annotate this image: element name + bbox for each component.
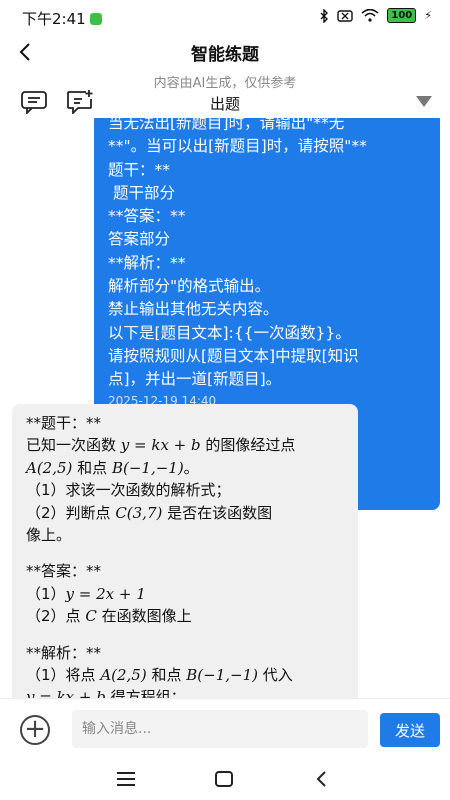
sim-off-icon xyxy=(337,9,354,22)
answer-line: （2）点 C 在函数图像上 xyxy=(26,607,192,626)
user-message-line: 解析部分"的格式输出。 xyxy=(108,277,271,296)
user-message-line: **"。当可以出[新题目]时，请按照"** xyxy=(108,137,367,156)
toolbar: 出题 xyxy=(0,88,450,118)
user-message-line: 题干部分 xyxy=(108,183,175,202)
user-message-line: 答案部分 xyxy=(108,230,171,249)
explanation-line: y = kx + b 得方程组： xyxy=(26,688,186,698)
home-icon[interactable] xyxy=(212,768,236,790)
answer-line: （1）y = 2x + 1 xyxy=(26,584,146,603)
back-nav-icon[interactable] xyxy=(310,768,334,790)
question-line: （2）判断点 C(3,7) 是否在该函数图 xyxy=(26,503,273,522)
status-icons: 100 ⚡ xyxy=(319,8,432,23)
user-message-line: 禁止输出其他无关内容。 xyxy=(108,300,279,319)
wifi-icon xyxy=(361,9,379,22)
explanation-line: （1）将点 A(2,5) 和点 B(−1,−1) 代入 xyxy=(26,666,293,685)
send-button[interactable]: 发送 xyxy=(380,713,440,747)
bluetooth-icon xyxy=(320,8,329,23)
system-nav-bar xyxy=(0,760,450,800)
user-message-line: **解析：** xyxy=(108,253,186,272)
page-title: 智能练题 xyxy=(191,45,259,65)
message-input[interactable] xyxy=(72,710,368,748)
battery-icon: 100 xyxy=(387,8,417,23)
user-message-line: 请按照规则从[题目文本]中提取[知识 xyxy=(108,346,359,365)
chat-area[interactable]: 当无法出[新题目]时，请输出"**无 **"。当可以出[新题目]时，请按照"** 题… xyxy=(0,118,450,698)
question-line: 已知一次函数 y = kx + b 的图像经过点 xyxy=(26,436,296,455)
mode-selector[interactable]: 出题 xyxy=(0,93,450,114)
user-message-text: 当无法出[新题目]时，请输出"**无 **"。当可以出[新题目]时，请按照"** 题… xyxy=(108,118,426,392)
question-line: 像上。 xyxy=(26,526,72,545)
user-message-line: 当无法出[新题目]时，请输出"**无 xyxy=(108,118,345,132)
status-bar: 下午2:41 100 ⚡ xyxy=(0,0,450,36)
input-bar: + 发送 xyxy=(0,698,450,761)
explanation-label: **解析：** xyxy=(26,643,102,662)
question-line: A(2,5) 和点 B(−1,−1)。 xyxy=(26,458,199,477)
menu-icon[interactable] xyxy=(114,768,138,790)
user-message-line: 以下是[题目文本]:{{一次函数}}。 xyxy=(108,323,351,342)
question-label: **题干：** xyxy=(26,414,102,432)
question-line: （1）求该一次函数的解析式； xyxy=(26,481,231,500)
add-attachment-button[interactable]: + xyxy=(20,715,50,745)
wechat-notification-icon xyxy=(89,13,102,25)
ai-message-bubble: **题干：** 已知一次函数 y = kx + b 的图像经过点 A(2,5) … xyxy=(12,404,358,698)
charging-icon: ⚡ xyxy=(424,9,432,22)
status-time: 下午2:41 xyxy=(22,8,102,29)
user-message-line: **答案：** xyxy=(108,207,186,226)
answer-label: **答案：** xyxy=(26,562,102,581)
title-bar: 智能练题 xyxy=(0,36,450,70)
user-message-line: 点]，并出一道[新题目]。 xyxy=(108,370,282,389)
user-message-line: 题干：** xyxy=(108,160,171,179)
dropdown-arrow-icon[interactable] xyxy=(416,96,432,107)
